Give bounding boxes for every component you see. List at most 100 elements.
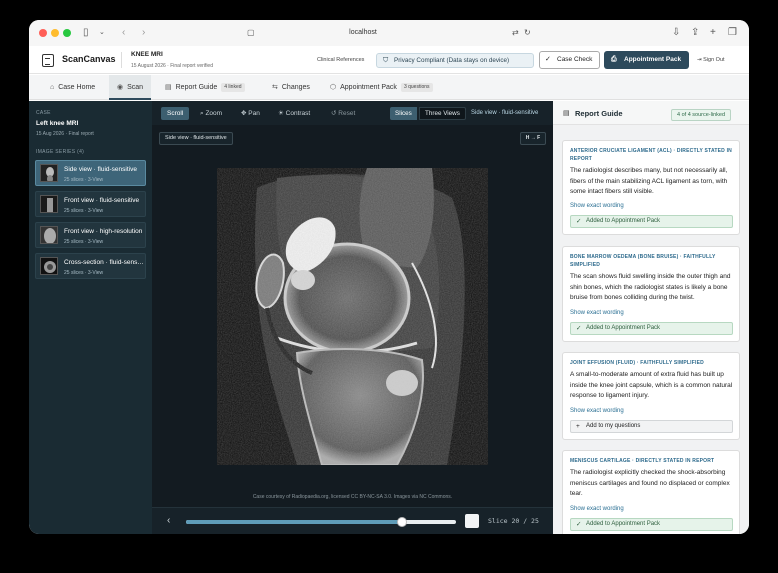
- tab-overview-icon[interactable]: ❐: [728, 27, 737, 39]
- reset-label: Reset: [338, 110, 356, 117]
- series-subtitle: 25 slices · 3-View: [64, 239, 104, 245]
- finding-card: ANTERIOR CRUCIATE LIGAMENT (ACL) · DIREC…: [562, 140, 740, 235]
- study-subtitle: 15 August 2026 · Final report verified: [131, 63, 213, 69]
- back-icon[interactable]: ‹: [122, 27, 125, 39]
- scroll-tool-button[interactable]: Scroll: [161, 107, 190, 120]
- check-icon: ✓: [576, 325, 582, 332]
- series-title: Cross-section · fluid-sensitive: [64, 259, 144, 266]
- check-icon: ✓: [576, 521, 582, 528]
- series-item-front-view-highres[interactable]: Front view · high-resolution 25 slices ·…: [35, 222, 146, 248]
- reset-button[interactable]: ↺ Reset: [331, 107, 355, 120]
- page-icon: ▢: [247, 28, 255, 37]
- tab-case-home[interactable]: ⌂ Case Home: [42, 75, 103, 100]
- button-label: Add to my questions: [586, 423, 641, 429]
- contrast-tool-button[interactable]: ☀ Contrast: [278, 107, 310, 120]
- image-series-tag: Side view · fluid-sensitive: [159, 132, 233, 145]
- three-views-mode-button[interactable]: Three Views: [419, 107, 466, 120]
- divider: [121, 52, 122, 68]
- zoom-window-button[interactable]: [63, 29, 71, 37]
- finding-body: The scan shows fluid swelling inside the…: [570, 273, 731, 301]
- report-guide-title: Report Guide: [575, 109, 623, 118]
- case-section-label: CASE: [36, 110, 51, 116]
- tab-appointment-pack[interactable]: ⬡ Appointment Pack 3 questions: [322, 75, 441, 100]
- series-title: Front view · high-resolution: [64, 228, 143, 235]
- show-exact-wording-link[interactable]: Show exact wording: [570, 310, 624, 316]
- slice-slider[interactable]: [186, 517, 456, 527]
- scancanvas-logo-icon: [42, 54, 54, 67]
- tab-report-guide[interactable]: ▤ Report Guide 4 linked: [157, 75, 253, 100]
- pan-tool-button[interactable]: ✥ Pan: [241, 107, 260, 120]
- tab-label: Case Home: [58, 84, 96, 91]
- printer-icon: ⎙: [611, 56, 617, 63]
- mri-image[interactable]: [217, 168, 488, 465]
- appointment-pack-button[interactable]: ⎙ Appointment Pack: [604, 51, 689, 69]
- button-label: Added to Appointment Pack: [586, 521, 661, 527]
- move-icon: ✥: [241, 110, 247, 117]
- zoom-tool-button[interactable]: ⌕ Zoom: [200, 107, 222, 120]
- button-label: Added to Appointment Pack: [586, 218, 661, 224]
- home-icon: ⌂: [50, 84, 55, 91]
- finding-label: ANTERIOR CRUCIATE LIGAMENT (ACL) · DIREC…: [570, 148, 732, 162]
- contrast-label: Contrast: [285, 110, 311, 117]
- chevron-down-icon[interactable]: ⌄: [99, 27, 105, 39]
- next-slice-button[interactable]: [465, 514, 479, 528]
- minimize-window-button[interactable]: [51, 29, 59, 37]
- show-exact-wording-link[interactable]: Show exact wording: [570, 506, 624, 512]
- tab-label: Report Guide: [175, 84, 218, 91]
- show-exact-wording-link[interactable]: Show exact wording: [570, 408, 624, 414]
- sign-out-button[interactable]: ⇥ Sign Out: [697, 57, 725, 63]
- series-thumbnail: [40, 226, 58, 244]
- reload-icon[interactable]: ↻: [524, 27, 531, 39]
- linked-count-badge: 4 linked: [221, 83, 245, 92]
- case-check-label: Case Check: [557, 56, 593, 63]
- series-thumbnail: [40, 164, 58, 182]
- address-bar[interactable]: localhost: [274, 26, 452, 40]
- finding-card: JOINT EFFUSION (FLUID) · FAITHFULLY SIMP…: [562, 352, 740, 440]
- tab-label: Changes: [281, 84, 310, 91]
- check-icon: ✓: [576, 218, 582, 225]
- new-tab-icon[interactable]: +: [710, 27, 716, 39]
- added-to-pack-button[interactable]: ✓ Added to Appointment Pack: [570, 322, 733, 335]
- viewer-toolbar: Scroll ⌕ Zoom ✥ Pan ☀ Contrast ↺ Reset S…: [152, 101, 553, 125]
- series-thumbnail: [40, 257, 58, 275]
- close-window-button[interactable]: [39, 29, 47, 37]
- download-icon[interactable]: ⇩: [672, 27, 680, 39]
- series-item-cross-section[interactable]: Cross-section · fluid-sensitive 25 slice…: [35, 253, 146, 279]
- tab-changes[interactable]: ⇆ Changes: [264, 75, 318, 100]
- finding-card: BONE MARROW OEDEMA (BONE BRUISE) · FAITH…: [562, 246, 740, 342]
- series-item-front-view-fluid[interactable]: Front view · fluid-sensitive 25 slices ·…: [35, 191, 146, 217]
- show-exact-wording-link[interactable]: Show exact wording: [570, 203, 624, 209]
- clinical-references-link[interactable]: Clinical References: [317, 57, 364, 63]
- zoom-icon: ⌕: [200, 110, 204, 117]
- browser-toolbar: ▯ ⌄ ‹ › ▢ localhost ⇄ ↻ ⇩ ⇪ + ❐: [29, 20, 749, 46]
- report-guide-panel: ▤ Report Guide 4 of 4 source-linked ANTE…: [553, 101, 749, 534]
- sidebar-toggle-icon[interactable]: ▯: [83, 27, 89, 39]
- image-series-label: IMAGE SERIES (4): [36, 149, 85, 155]
- brand-name: ScanCanvas: [62, 54, 116, 64]
- package-icon: ⬡: [330, 84, 337, 91]
- slice-slider-fill: [186, 520, 402, 524]
- finding-body: A small-to-moderate amount of extra flui…: [570, 371, 733, 399]
- privacy-badge[interactable]: ⛉ Privacy Compliant (Data stays on devic…: [376, 53, 534, 68]
- source-linked-badge: 4 of 4 source-linked: [671, 109, 731, 121]
- eye-icon: ◉: [117, 84, 124, 91]
- case-subtitle: 15 Aug 2026 · Final report: [36, 131, 94, 137]
- series-item-side-view[interactable]: Side view · fluid-sensitive 25 slices · …: [35, 160, 146, 186]
- button-label: Added to Appointment Pack: [586, 325, 661, 331]
- browser-window: ▯ ⌄ ‹ › ▢ localhost ⇄ ↻ ⇩ ⇪ + ❐ ScanCanv…: [29, 20, 749, 534]
- sign-out-icon: ⇥: [697, 57, 702, 63]
- tab-scan[interactable]: ◉ Scan: [109, 75, 152, 100]
- previous-slice-icon[interactable]: ‹: [167, 515, 170, 526]
- slice-slider-handle[interactable]: [397, 517, 407, 527]
- series-subtitle: 25 slices · 3-View: [64, 270, 104, 276]
- share-icon[interactable]: ⇪: [691, 27, 699, 39]
- slices-mode-button[interactable]: Slices: [390, 107, 417, 120]
- series-subtitle: 25 slices · 3-View: [64, 177, 104, 183]
- added-to-pack-button[interactable]: ✓ Added to Appointment Pack: [570, 215, 733, 228]
- case-check-button[interactable]: ✓ Case Check: [539, 51, 600, 69]
- add-to-questions-button[interactable]: + Add to my questions: [570, 420, 733, 433]
- forward-icon[interactable]: ›: [142, 27, 145, 39]
- translate-icon[interactable]: ⇄: [512, 27, 519, 39]
- finding-label: BONE MARROW OEDEMA (BONE BRUISE) · FAITH…: [570, 254, 716, 268]
- added-to-pack-button[interactable]: ✓ Added to Appointment Pack: [570, 518, 733, 531]
